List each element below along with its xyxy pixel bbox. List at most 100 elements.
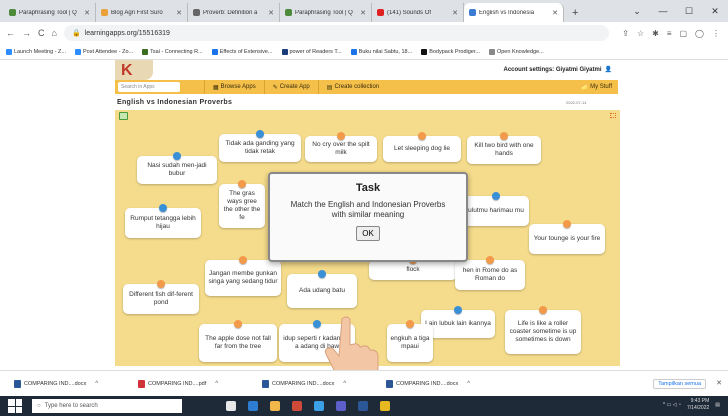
proverb-card[interactable]: The apple dose not fall far from the tre… (199, 320, 277, 362)
toolbar-icons: ⇪ ☆ ✱ ≡ ▢ ◯ ⋮ (622, 29, 728, 38)
new-tab-button[interactable]: + (564, 3, 586, 22)
forward-icon[interactable]: → (22, 28, 31, 38)
profile-icon[interactable]: ◯ (695, 29, 704, 38)
taskbar-app-icon[interactable] (336, 401, 346, 411)
taskbar-search-placeholder: Type here to search (44, 403, 98, 409)
bookmark-item[interactable]: Effects of Extensive... (211, 48, 273, 55)
back-icon[interactable]: ← (6, 28, 15, 38)
proverb-card[interactable]: Life is like a roller coaster sometime i… (505, 306, 581, 354)
proverb-card[interactable]: No cry over the spilt milk (305, 132, 377, 162)
bookmark-item[interactable]: Launch Meeting - Z... (6, 48, 66, 55)
taskbar-app-icon[interactable] (314, 401, 324, 411)
taskbar-app-icon[interactable] (248, 401, 258, 411)
proverb-card[interactable]: Rumput tetangga lebih hijau (125, 204, 201, 238)
show-all-downloads-button[interactable]: Tampilkan semua (653, 379, 706, 389)
close-tab-icon[interactable]: ✕ (360, 9, 366, 17)
browser-tab[interactable]: English vs Indonesia ✕ (464, 3, 564, 22)
maximize-button[interactable]: ☐ (676, 0, 702, 22)
account-label: Account settings: Giyatmi Giyatmi (503, 66, 602, 73)
bookmark-item[interactable]: Post Attendee - Zo... (74, 48, 134, 55)
proverb-card[interactable]: Different fish dif-ferent pond (123, 280, 199, 314)
clock[interactable]: 9:43 PM 7/14/2022 (687, 398, 709, 412)
url-field[interactable]: 🔒 learningapps.org/15516319 (63, 25, 610, 41)
browser-tab[interactable]: Paraphrasing Tool | Q ✕ (4, 3, 96, 22)
clock-time: 9:43 PM (690, 398, 710, 404)
downloads-bar: COMPARING IND....docx ^ COMPARING IND....p… (0, 370, 728, 396)
taskbar-app-icon[interactable] (270, 401, 280, 411)
bookmark-label: Post Attendee - Zo... (82, 48, 134, 55)
proverb-card[interactable]: Tidak ada ganding yang tidak retak (219, 130, 301, 162)
bookmark-favicon-icon (211, 48, 218, 55)
download-item[interactable]: COMPARING IND....docx ^ (386, 379, 510, 388)
bookmark-item[interactable]: power of Readers T... (281, 48, 342, 55)
proverb-text: flock (406, 266, 420, 273)
bookmark-item[interactable]: Buku nilai Sabtu, 18... (350, 48, 412, 55)
proverb-card[interactable]: Let sleeping dog lie (383, 132, 461, 162)
menu-icon[interactable]: ⋮ (712, 29, 720, 38)
proverb-card[interactable]: Kill two bird with one hands (467, 132, 541, 164)
taskbar-app-icon[interactable] (358, 401, 368, 411)
close-tab-icon[interactable]: ✕ (552, 9, 558, 17)
bookmark-item[interactable]: Open Knowledge... (488, 48, 544, 55)
windows-start-icon[interactable] (8, 399, 22, 413)
home-icon[interactable]: ⌂ (52, 28, 57, 38)
browser-tab[interactable]: Blog Agri First Suro ✕ (96, 3, 188, 22)
proverb-card[interactable]: The gras ways gree the other the fe (219, 180, 265, 228)
browser-tab[interactable]: Proverb: Definition a ✕ (188, 3, 280, 22)
close-tab-icon[interactable]: ✕ (452, 9, 458, 17)
create-collection-button[interactable]: ▤ Create collection (317, 80, 387, 94)
taskbar-app-icon[interactable] (292, 401, 302, 411)
browser-tab[interactable]: (141) Sounds Of ✕ (372, 3, 464, 22)
taskbar-search-input[interactable]: ○ Type here to search (32, 399, 182, 413)
bookmark-item[interactable]: Tsai - Connecting R... (142, 48, 203, 55)
tray-icons[interactable]: ^ ▭ ◁ ◔ (663, 402, 681, 409)
chevron-up-icon[interactable]: ^ (467, 381, 470, 387)
proverb-card[interactable]: flock (369, 256, 457, 280)
download-item[interactable]: COMPARING IND....docx ^ (262, 379, 386, 388)
close-tab-icon[interactable]: ✕ (84, 9, 90, 17)
taskbar-app-icon[interactable] (380, 401, 390, 411)
star-icon[interactable]: ☆ (637, 29, 644, 38)
tab-favicon-icon (101, 9, 108, 16)
chevron-up-icon[interactable]: ^ (343, 381, 346, 387)
window-icon[interactable]: ▢ (679, 29, 687, 38)
share-icon[interactable]: ⇪ (622, 29, 629, 38)
browser-tab[interactable]: Paraphrasing Tool | Q ✕ (280, 3, 372, 22)
proverb-card[interactable]: ulutmu harimau mu (463, 192, 529, 226)
proverb-card[interactable]: Jangan membe gunkan singa yang sedang ti… (205, 256, 281, 296)
chevron-up-icon[interactable]: ^ (95, 381, 98, 387)
account-settings[interactable]: Account settings: Giyatmi Giyatmi 👤 (503, 66, 612, 74)
close-downloads-icon[interactable]: ✕ (716, 379, 722, 387)
chevron-down-icon[interactable]: ⌄ (624, 0, 650, 22)
browse-apps-button[interactable]: ▦ Browse Apps (204, 80, 264, 94)
ok-button[interactable]: OK (356, 226, 380, 241)
download-item[interactable]: COMPARING IND....docx ^ (14, 379, 138, 388)
reading-list-icon[interactable]: ≡ (667, 29, 672, 38)
task-dialog-title: Task (355, 182, 381, 194)
close-window-button[interactable]: ✕ (702, 0, 728, 22)
taskbar-app-icon[interactable] (226, 401, 236, 411)
minimize-button[interactable]: — (650, 0, 676, 22)
search-apps-input[interactable]: Search in Apps (118, 82, 180, 92)
close-tab-icon[interactable]: ✕ (176, 9, 182, 17)
proverb-card[interactable]: engkuh a tiga mpaui (387, 320, 433, 362)
my-stuff-button[interactable]: 📁 My Stuff (581, 84, 618, 91)
learningapps-logo[interactable]: K (115, 60, 153, 80)
fullscreen-icon[interactable] (610, 113, 616, 118)
proverb-card[interactable]: hen in Rome do as Roman do (455, 256, 525, 290)
reload-icon[interactable]: C (38, 28, 45, 38)
create-app-button[interactable]: ✎ Create App (263, 80, 318, 94)
chevron-up-icon[interactable]: ^ (215, 381, 218, 387)
close-tab-icon[interactable]: ✕ (268, 9, 274, 17)
notification-icon[interactable]: ▤ (715, 402, 720, 409)
proverb-card[interactable]: Ada udang batu (287, 270, 357, 308)
bookmark-item[interactable]: Bodypack Prodiger... (421, 48, 480, 55)
proverb-card[interactable]: Your tounge is your fire (529, 220, 605, 254)
proverb-card[interactable]: Nasi sudah men-jadi bubur (137, 152, 217, 184)
bookmark-favicon-icon (421, 48, 428, 55)
download-item[interactable]: COMPARING IND....pdf ^ (138, 379, 262, 388)
pin-icon (500, 132, 508, 140)
bookmark-favicon-icon (281, 48, 288, 55)
info-icon[interactable] (119, 112, 128, 120)
extensions-icon[interactable]: ✱ (652, 29, 659, 38)
